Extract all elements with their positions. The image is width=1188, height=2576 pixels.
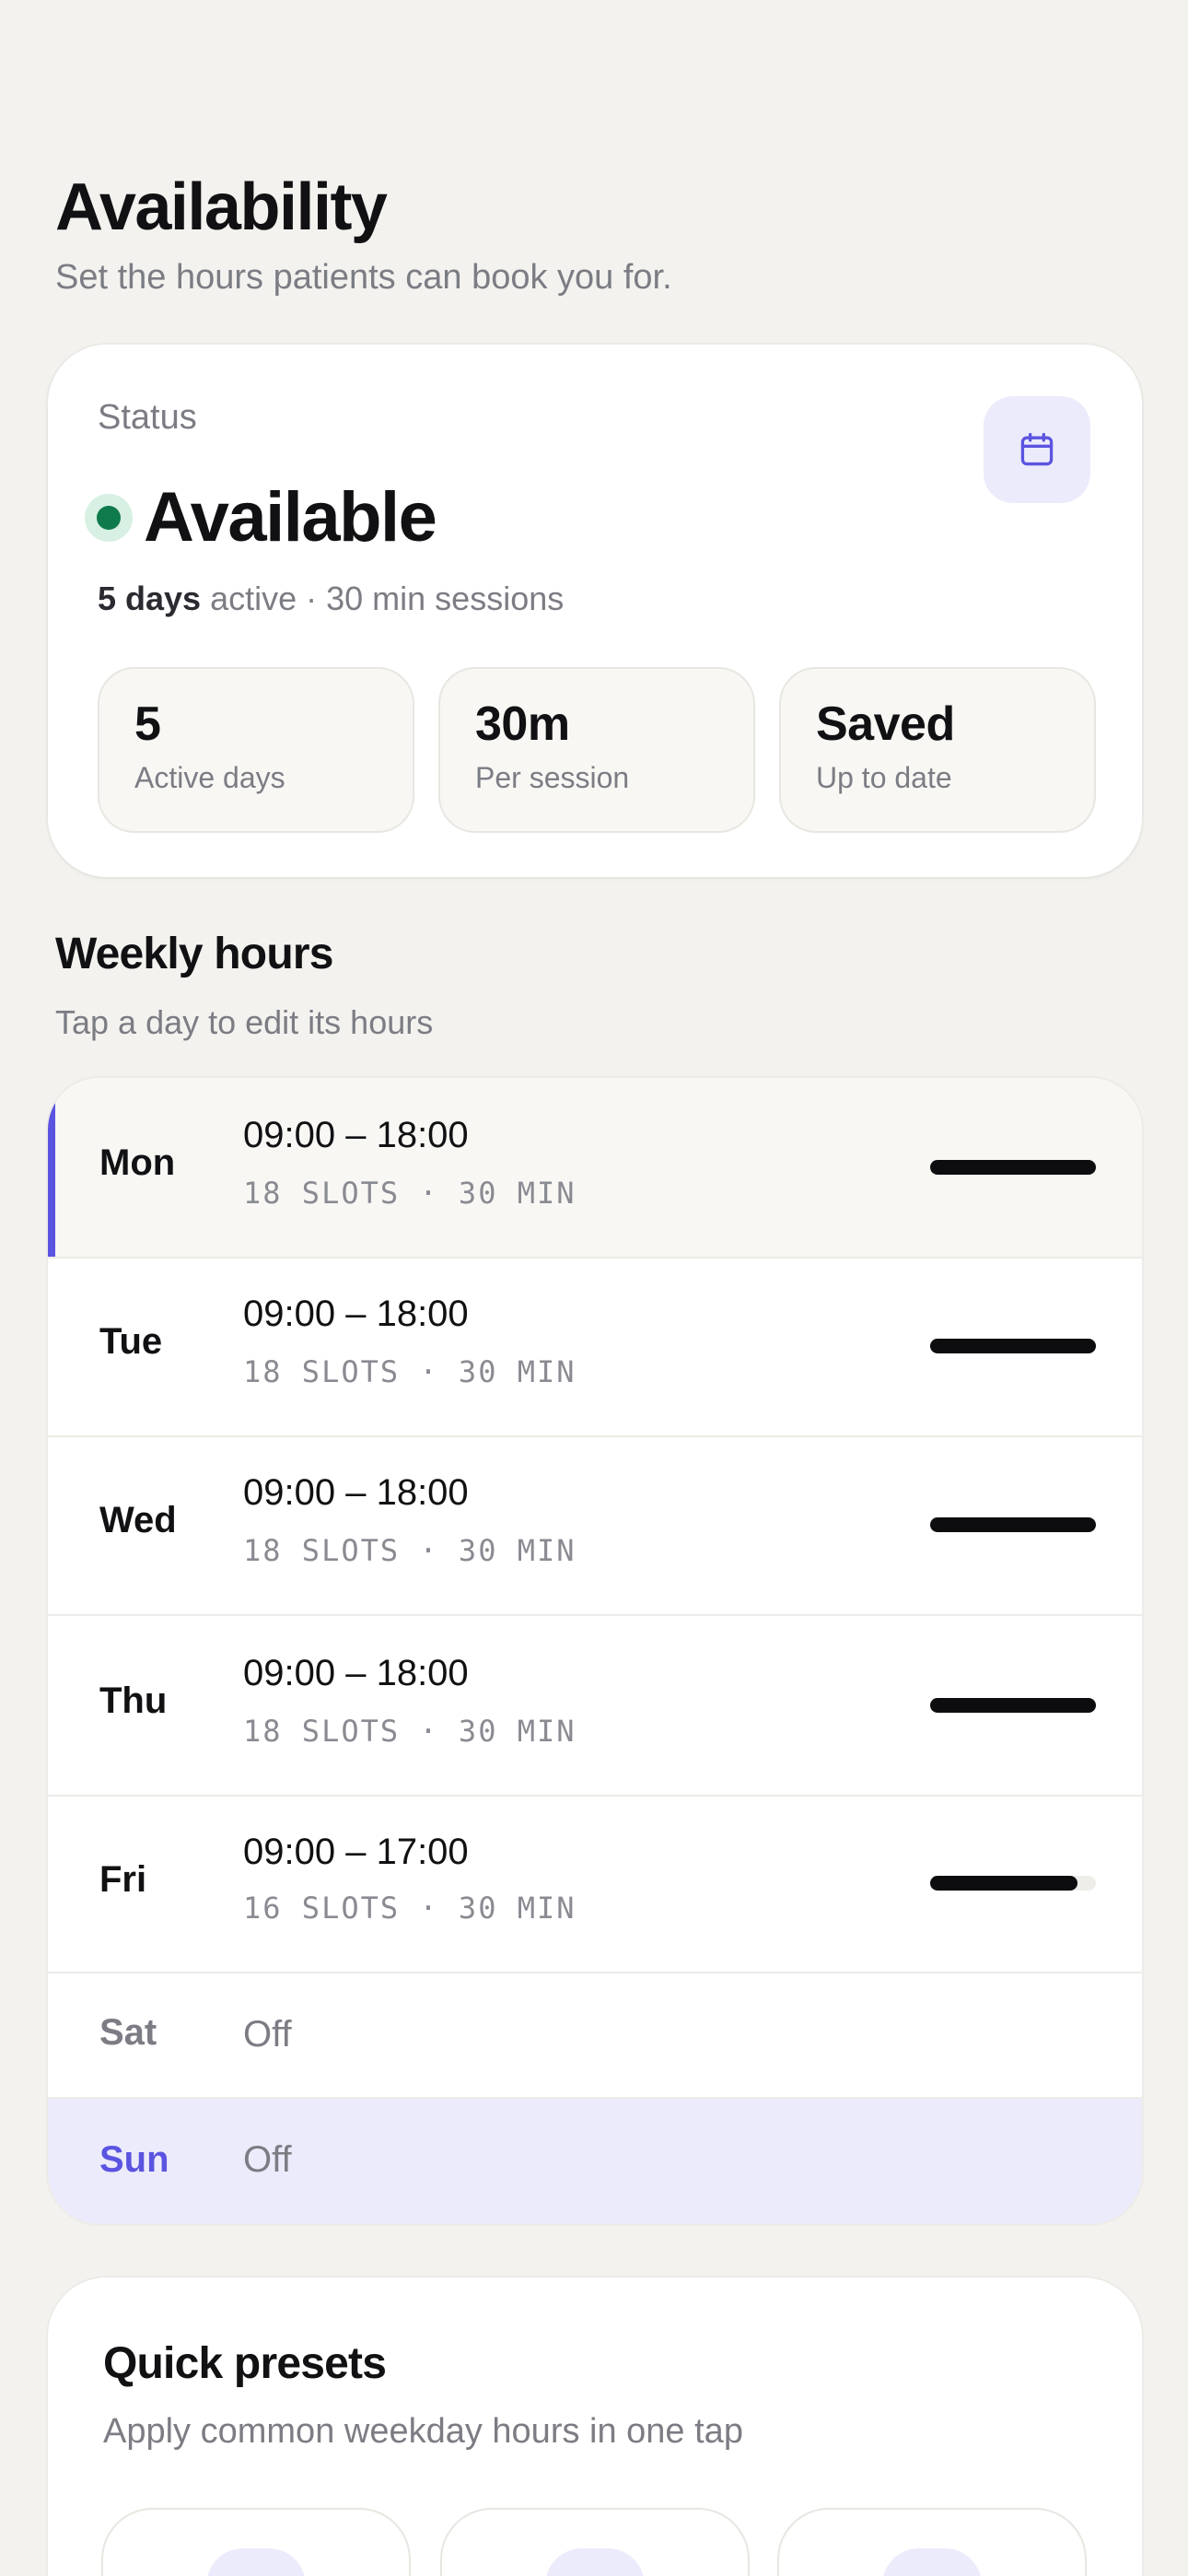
day-hours: 09:00 – 18:00 [243,1115,469,1155]
day-off-label: Off [243,2139,292,2180]
hours-bar-fill [930,1160,1096,1175]
hours-bar-fill [930,1876,1078,1891]
calendar-button[interactable] [984,396,1090,503]
day-name: Wed [99,1500,177,1540]
day-row-tue[interactable]: Tue 09:00 – 18:00 18 SLOTS · 30 MIN [48,1259,1142,1437]
day-hours: 09:00 – 18:00 [243,1653,469,1693]
weekly-hours-list: Mon 09:00 – 18:00 18 SLOTS · 30 MIN Tue … [48,1078,1142,2224]
preset-button[interactable] [440,2508,750,2576]
stat-label: Up to date [816,761,952,794]
stat-saved: Saved Up to date [779,667,1096,833]
quick-presets-card: Quick presets Apply common weekday hours… [48,2277,1142,2576]
day-name: Sun [99,2139,169,2180]
day-row-wed[interactable]: Wed 09:00 – 18:00 18 SLOTS · 30 MIN [48,1437,1142,1616]
hours-bar [930,1160,1096,1175]
hours-bar-fill [930,1698,1096,1713]
hours-bar-fill [930,1517,1096,1532]
stat-active-days: 5 Active days [98,667,414,833]
preset-icon [545,2548,645,2576]
hours-bar [930,1698,1096,1713]
preset-button[interactable] [777,2508,1087,2576]
stat-per-session: 30m Per session [438,667,755,833]
status-label: Status [98,398,197,437]
page-subtitle: Set the hours patients can book you for. [55,258,672,297]
hours-bar [930,1517,1096,1532]
weekly-hours-subtitle: Tap a day to edit its hours [55,1003,434,1041]
preset-icon [206,2548,306,2576]
day-row-sat[interactable]: Sat Off [48,1973,1142,2099]
weekly-hours-title: Weekly hours [55,930,333,978]
status-meta-detail: active · 30 min sessions [201,580,565,617]
preset-button[interactable] [101,2508,411,2576]
day-name: Mon [99,1142,176,1183]
stat-value: Saved [816,697,955,751]
stat-value: 30m [475,697,570,751]
day-slots: 18 SLOTS · 30 MIN [243,1714,577,1749]
hours-bar [930,1876,1096,1891]
quick-presets-title: Quick presets [103,2339,387,2388]
quick-presets-subtitle: Apply common weekday hours in one tap [103,2412,743,2451]
day-name: Thu [99,1680,168,1721]
day-slots: 18 SLOTS · 30 MIN [243,1533,577,1568]
day-row-sun[interactable]: Sun Off [48,2099,1142,2224]
day-hours: 09:00 – 18:00 [243,1472,469,1513]
status-value: Available [144,478,437,556]
status-meta: 5 days active · 30 min sessions [98,577,564,621]
status-indicator [85,494,133,542]
day-slots: 16 SLOTS · 30 MIN [243,1891,577,1926]
hours-bar [930,1339,1096,1353]
page-title: Availability [55,170,388,244]
availability-screen: Availability Set the hours patients can … [0,0,1188,2576]
status-row: Available [85,474,437,562]
stat-label: Active days [134,761,285,794]
day-name: Tue [99,1321,163,1362]
day-slots: 18 SLOTS · 30 MIN [243,1176,577,1211]
day-row-thu[interactable]: Thu 09:00 – 18:00 18 SLOTS · 30 MIN [48,1616,1142,1797]
status-card: Status Available 5 days active · 30 min … [48,345,1142,877]
day-slots: 18 SLOTS · 30 MIN [243,1354,577,1389]
day-hours: 09:00 – 17:00 [243,1832,469,1872]
stat-label: Per session [475,761,630,794]
stat-value: 5 [134,697,161,751]
preset-icon [882,2548,982,2576]
day-name: Sat [99,2012,157,2053]
status-stats: 5 Active days 30m Per session Saved Up t… [98,667,1096,833]
day-off-label: Off [243,2014,292,2055]
day-row-mon[interactable]: Mon 09:00 – 18:00 18 SLOTS · 30 MIN [48,1078,1142,1259]
calendar-icon [1020,432,1054,466]
hours-bar-fill [930,1339,1096,1353]
status-meta-days: 5 days [98,580,202,617]
day-row-fri[interactable]: Fri 09:00 – 17:00 16 SLOTS · 30 MIN [48,1797,1142,1973]
day-name: Fri [99,1859,147,1900]
day-hours: 09:00 – 18:00 [243,1294,469,1334]
